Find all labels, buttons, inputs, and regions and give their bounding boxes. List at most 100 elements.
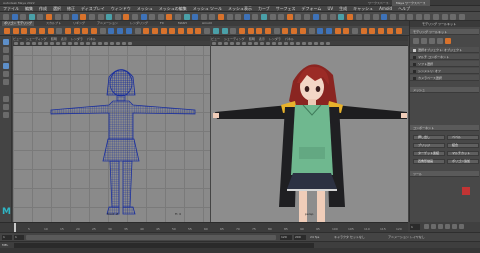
shelf-tool-icon[interactable] [125,28,132,34]
persp-viewport[interactable]: ビュー シェーディング 照明 表示 レンダラ パネル persp [211,36,408,222]
range-slider-bar[interactable] [26,235,276,240]
status-line-tool-icon[interactable] [372,13,379,20]
shelf-tool-icon[interactable] [38,28,45,34]
shelf-tool-icon[interactable] [151,28,158,34]
play-back-icon[interactable] [438,224,443,229]
shelf-tool-icon[interactable] [117,28,124,34]
toolkit-section-header[interactable]: コンポーネント [410,125,479,131]
playback-end-field[interactable]: 120 [280,235,292,240]
uv-mode-icon[interactable] [437,38,443,44]
status-line-tool-icon[interactable] [286,13,293,20]
status-line-tool-icon[interactable] [261,13,267,20]
status-line-tool-icon[interactable] [269,13,276,20]
status-line-tool-icon[interactable] [458,13,465,20]
shelf-tool-icon[interactable] [195,28,202,34]
face-mode-icon[interactable] [429,38,435,44]
shelf-tool-icon[interactable] [386,28,393,34]
wireframe-character[interactable] [13,47,210,222]
fps-selector[interactable]: 24 fps [310,235,319,240]
vertex-mode-icon[interactable] [413,38,419,44]
shelf-tool-icon[interactable] [91,28,97,34]
current-frame-field[interactable]: 1 [410,224,420,230]
status-line-tool-icon[interactable] [209,13,216,20]
step-back-icon[interactable] [431,224,436,229]
toolkit-button[interactable]: ベベル [447,135,479,140]
object-mode-icon[interactable] [445,38,451,44]
status-line-tool-icon[interactable] [338,13,345,20]
shelf-tool-icon[interactable] [21,28,28,34]
layout-four-icon[interactable] [3,104,9,110]
status-line-tool-icon[interactable] [140,13,147,20]
shelf-tool-icon[interactable] [299,28,306,34]
select-tool-icon[interactable] [3,39,9,45]
status-line-tool-icon[interactable] [175,13,181,20]
status-line-tool-icon[interactable] [183,13,190,20]
step-forward-icon[interactable] [452,224,457,229]
scale-tool-icon[interactable] [3,79,9,85]
status-line-tool-icon[interactable] [11,13,18,20]
status-line-tool-icon[interactable] [450,13,457,20]
status-line-tool-icon[interactable] [132,13,138,20]
status-line-tool-icon[interactable] [364,13,371,20]
play-forward-icon[interactable] [445,224,450,229]
status-line-tool-icon[interactable] [37,13,44,20]
move-tool-icon[interactable] [3,63,9,69]
status-line-tool-icon[interactable] [252,13,259,20]
status-line-tool-icon[interactable] [63,13,70,20]
checkbox[interactable] [413,48,416,52]
status-line-tool-icon[interactable] [166,13,173,20]
status-line-tool-icon[interactable] [3,13,9,20]
status-line-tool-icon[interactable] [398,13,405,20]
edge-mode-icon[interactable] [421,38,427,44]
go-to-start-icon[interactable] [424,224,429,229]
status-line-tool-icon[interactable] [304,13,310,20]
toolkit-button[interactable]: 結合 [447,143,479,148]
status-line-tool-icon[interactable] [123,13,130,20]
shelf-tool-icon[interactable] [108,28,115,34]
status-line-tool-icon[interactable] [433,13,439,20]
range-end-field[interactable]: 200 [294,235,306,240]
shelf-tool-icon[interactable] [273,28,280,34]
rotate-tool-icon[interactable] [3,71,9,77]
status-line-tool-icon[interactable] [321,13,328,20]
status-line-tool-icon[interactable] [80,13,87,20]
status-line-tool-icon[interactable] [89,13,95,20]
status-line-tool-icon[interactable] [28,13,35,20]
toolkit-section-header[interactable]: ツール [410,171,479,177]
status-line-tool-icon[interactable] [226,13,233,20]
status-line-tool-icon[interactable] [355,13,362,20]
toolkit-button[interactable]: ブリッジ [413,143,445,148]
shelf-tool-icon[interactable] [82,28,89,34]
status-line-tool-icon[interactable] [381,13,388,20]
playback-start-field[interactable]: 1 [14,235,24,240]
checkbox[interactable] [413,55,416,59]
shelf-tool-icon[interactable] [265,28,271,34]
checkbox[interactable] [413,76,416,80]
shelf-tool-icon[interactable] [317,28,324,34]
status-line-tool-icon[interactable] [390,13,396,20]
character-model[interactable] [211,47,408,222]
shelf-tool-icon[interactable] [30,28,37,34]
shelf-tool-icon[interactable] [308,28,315,34]
color-swatch[interactable] [462,187,470,195]
status-line-tool-icon[interactable] [235,13,242,20]
shelf-tool-icon[interactable] [212,28,219,34]
shelf-tool-icon[interactable] [221,28,228,34]
shelf-tool-icon[interactable] [47,28,54,34]
shelf-tool-icon[interactable] [378,28,385,34]
status-line-tool-icon[interactable] [54,13,61,20]
shelf-tool-icon[interactable] [4,28,10,34]
layout-single-icon[interactable] [3,96,9,102]
shelf-tool-icon[interactable] [56,28,63,34]
shelf-tool-icon[interactable] [291,28,298,34]
shelf-tool-icon[interactable] [369,28,376,34]
status-line-tool-icon[interactable] [218,13,224,20]
shelf-tool-icon[interactable] [64,28,71,34]
shelf-tool-icon[interactable] [395,28,402,34]
status-line-tool-icon[interactable] [415,13,422,20]
toolkit-option-row[interactable]: カメラベース選択 [410,75,479,81]
lasso-tool-icon[interactable] [3,47,9,53]
shelf-tool-icon[interactable] [204,28,211,34]
checkbox[interactable] [413,69,416,73]
toolkit-button[interactable]: 押し出し [413,135,445,140]
